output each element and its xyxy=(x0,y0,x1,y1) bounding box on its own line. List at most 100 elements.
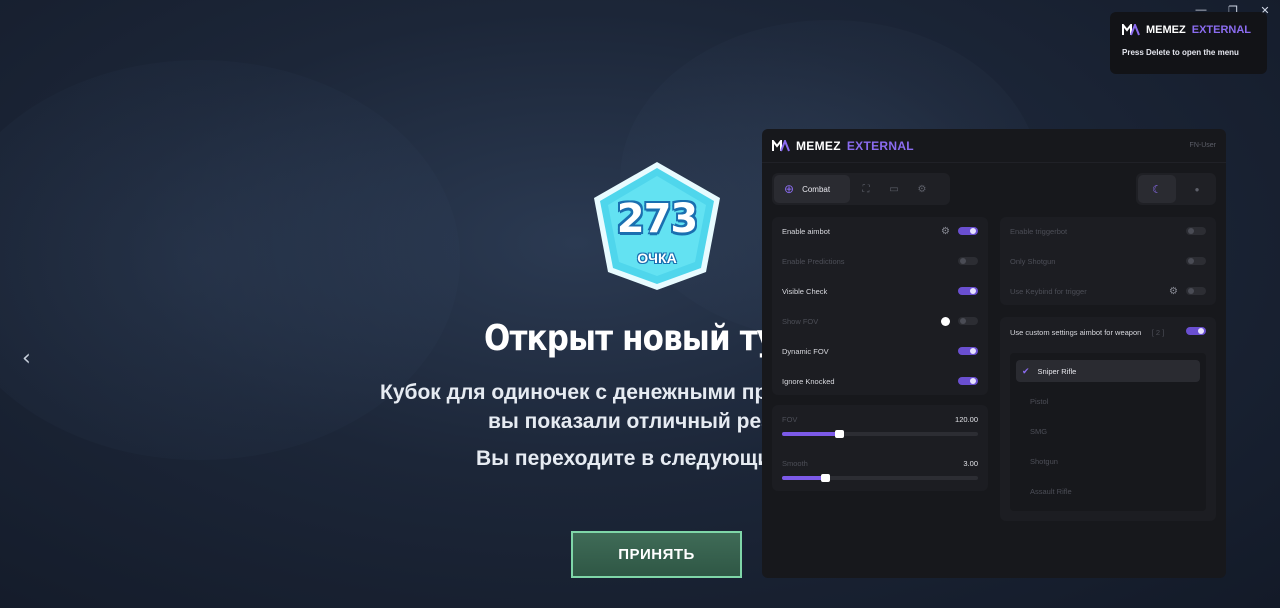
weapon-item-pistol[interactable]: Pistol xyxy=(1016,390,1200,412)
setting-label: Enable aimbot xyxy=(782,226,830,236)
setting-label: Enable triggerbot xyxy=(1010,226,1068,236)
fov-color-picker[interactable] xyxy=(941,316,950,326)
enable-aimbot-toggle[interactable] xyxy=(958,227,978,235)
setting-row-visible-check: Visible Check xyxy=(782,284,978,298)
chevron-left-icon[interactable]: ‹ xyxy=(22,346,31,371)
tab-configs[interactable]: ▭ xyxy=(882,175,906,203)
show-fov-toggle[interactable] xyxy=(958,317,978,325)
toggle-knob xyxy=(970,228,976,234)
setting-controls xyxy=(958,347,978,355)
custom-settings-label: Use custom settings aimbot for weapon xyxy=(1010,328,1142,337)
notification-toast: MEMEZ EXTERNAL Press Delete to open the … xyxy=(1110,12,1267,74)
setting-controls xyxy=(1186,257,1206,265)
next-round-text: Вы переходите в следующи xyxy=(476,447,771,470)
menu-brand: MEMEZ EXTERNAL xyxy=(772,139,914,153)
toggle-knob xyxy=(970,348,976,354)
setting-row-dynamic-fov: Dynamic FOV xyxy=(782,344,978,358)
custom-settings-row: Use custom settings aimbot for weapon [ … xyxy=(1010,324,1206,338)
slider-track[interactable] xyxy=(782,474,978,482)
theme-switch: ☾ ● xyxy=(1136,173,1216,205)
enable-predictions-toggle[interactable] xyxy=(958,257,978,265)
theme-dark-button[interactable]: ☾ xyxy=(1138,175,1176,203)
setting-row-enable-aimbot: Enable aimbot ⚙ xyxy=(782,224,978,238)
only-shotgun-toggle[interactable] xyxy=(1186,257,1206,265)
custom-weapon-card: Use custom settings aimbot for weapon [ … xyxy=(1000,317,1216,521)
toast-brand: MEMEZ EXTERNAL xyxy=(1122,24,1255,36)
enable-triggerbot-toggle[interactable] xyxy=(1186,227,1206,235)
overlay-menu: MEMEZ EXTERNAL FN-User ⊕ Combat ⛶ ▭ ⚙ ☾ … xyxy=(762,129,1226,578)
memez-logo-icon xyxy=(1122,24,1140,36)
slider-header: FOV 120.00 xyxy=(782,415,978,424)
tab-combat[interactable]: ⊕ Combat xyxy=(774,175,850,203)
weapon-label: Assault Rifle xyxy=(1030,486,1072,496)
weapon-item-smg[interactable]: SMG xyxy=(1016,420,1200,442)
gear-icon[interactable]: ⚙ xyxy=(941,226,950,237)
weapon-item-sniper-rifle[interactable]: ✔ Sniper Rifle xyxy=(1016,360,1200,382)
weapon-item-assault-rifle[interactable]: Assault Rifle xyxy=(1016,480,1200,502)
theme-light-button[interactable]: ● xyxy=(1180,175,1214,203)
accept-button[interactable]: ПРИНЯТЬ xyxy=(571,531,742,578)
slider-fill xyxy=(782,432,839,436)
toast-hint: Press Delete to open the menu xyxy=(1122,48,1239,57)
points-value: 273 xyxy=(616,196,699,242)
ignore-knocked-toggle[interactable] xyxy=(958,377,978,385)
weapon-label: Shotgun xyxy=(1030,456,1058,466)
toggle-knob xyxy=(960,258,966,264)
weapon-list: ✔ Sniper Rifle Pistol SMG Shotgun Assault Rif… xyxy=(1010,353,1206,511)
slider-value: 3.00 xyxy=(963,459,978,468)
slider-header: Smooth 3.00 xyxy=(782,459,978,468)
visible-check-toggle[interactable] xyxy=(958,287,978,295)
gear-icon: ⚙ xyxy=(917,183,927,195)
sliders-card: FOV 120.00 Smooth 3.00 xyxy=(772,405,988,491)
setting-controls: ⚙ xyxy=(941,226,978,237)
gear-icon[interactable]: ⚙ xyxy=(1169,286,1178,297)
setting-controls xyxy=(941,316,978,326)
sun-icon: ● xyxy=(1194,184,1200,194)
setting-row-show-fov: Show FOV xyxy=(782,314,978,328)
setting-row-enable-triggerbot: Enable triggerbot xyxy=(1010,224,1206,238)
setting-row-use-keybind-for-trigger: Use Keybind for trigger ⚙ xyxy=(1010,284,1206,298)
slider-thumb[interactable] xyxy=(821,474,831,482)
tab-combat-label: Combat xyxy=(802,184,831,194)
slider-thumb[interactable] xyxy=(834,430,844,438)
moon-icon: ☾ xyxy=(1152,183,1162,196)
toggle-knob xyxy=(960,318,966,324)
brand-name: MEMEZ xyxy=(796,138,841,153)
toggle-knob xyxy=(1188,288,1194,294)
fov-slider[interactable]: FOV 120.00 xyxy=(782,415,978,438)
slider-label: Smooth xyxy=(782,459,808,468)
setting-controls xyxy=(1186,227,1206,235)
custom-settings-count: [ 2 ] xyxy=(1151,328,1165,337)
menu-header[interactable]: MEMEZ EXTERNAL FN-User xyxy=(762,129,1226,163)
folder-icon: ▭ xyxy=(889,183,899,195)
dynamic-fov-toggle[interactable] xyxy=(958,347,978,355)
slider-label: FOV xyxy=(782,415,798,424)
toggle-knob xyxy=(1188,228,1194,234)
user-label: FN-User xyxy=(1189,142,1216,149)
brand-name: MEMEZ xyxy=(1146,24,1186,36)
setting-row-enable-predictions: Enable Predictions xyxy=(782,254,978,268)
tab-bar: ⊕ Combat ⛶ ▭ ⚙ xyxy=(772,173,950,205)
toggle-knob xyxy=(1188,258,1194,264)
use-keybind-for-trigger-toggle[interactable] xyxy=(1186,287,1206,295)
slider-track[interactable] xyxy=(782,430,978,438)
scan-icon: ⛶ xyxy=(862,183,870,195)
setting-row-ignore-knocked: Ignore Knocked xyxy=(782,374,978,388)
tab-settings[interactable]: ⚙ xyxy=(910,175,934,203)
setting-label: Only Shotgun xyxy=(1010,256,1056,266)
custom-settings-toggle[interactable] xyxy=(1186,327,1206,335)
brand-suffix: EXTERNAL xyxy=(1191,24,1252,36)
check-icon: ✔ xyxy=(1022,365,1030,376)
setting-label: Visible Check xyxy=(782,286,828,296)
tab-visuals[interactable]: ⛶ xyxy=(854,175,878,203)
setting-label: Dynamic FOV xyxy=(782,346,829,356)
toggle-knob xyxy=(970,288,976,294)
triggerbot-card: Enable triggerbot Only Shotgun Use Keybind… xyxy=(1000,217,1216,305)
setting-controls: ⚙ xyxy=(1169,286,1206,297)
memez-logo-icon xyxy=(772,139,790,151)
weapon-item-shotgun[interactable]: Shotgun xyxy=(1016,450,1200,472)
setting-label: Show FOV xyxy=(782,316,819,326)
smooth-slider[interactable]: Smooth 3.00 xyxy=(782,459,978,482)
points-badge: 273 ОЧКА xyxy=(588,160,726,292)
weapon-label: Pistol xyxy=(1030,396,1049,406)
